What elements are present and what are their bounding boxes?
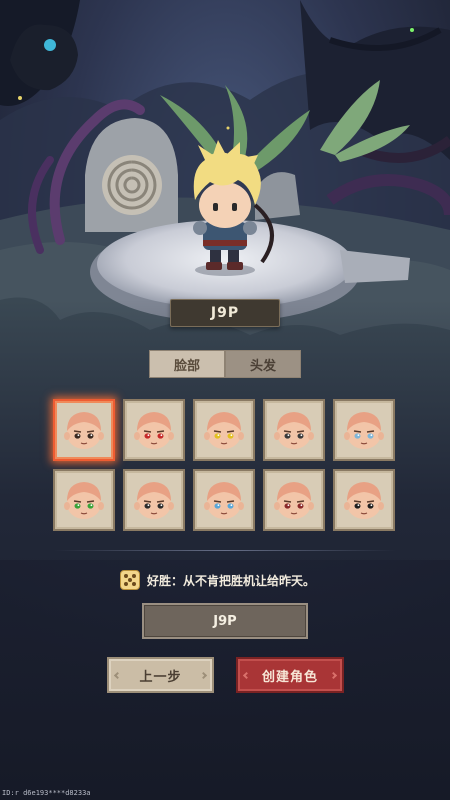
face-portrait-icon — [64, 412, 104, 449]
face-portrait-icon — [344, 482, 384, 519]
face-portrait-icon — [134, 412, 174, 449]
face-portrait-icon — [274, 482, 314, 519]
character-name-plate: J9P — [170, 299, 280, 327]
face-portrait-icon — [274, 412, 314, 449]
face-portrait-icon — [64, 482, 104, 519]
tab-hair[interactable]: 头发 — [225, 350, 301, 378]
previous-step-button[interactable]: 上一步 — [107, 657, 214, 693]
face-portrait-icon — [204, 412, 244, 449]
user-id-text: ID:r d6e193****d8233a — [2, 789, 91, 797]
create-character-button[interactable]: 创建角色 — [236, 657, 344, 693]
face-option[interactable] — [123, 399, 185, 461]
face-option[interactable] — [263, 469, 325, 531]
face-portrait-icon — [344, 412, 384, 449]
face-option[interactable] — [53, 469, 115, 531]
face-portrait-icon — [204, 482, 244, 519]
customization-tabs: 脸部 头发 — [149, 350, 301, 378]
face-option[interactable] — [333, 469, 395, 531]
character-name-input[interactable]: J9P — [142, 603, 308, 639]
dice-icon[interactable] — [120, 570, 140, 590]
tab-face[interactable]: 脸部 — [149, 350, 225, 378]
trait-text: 好胜：从不肯把胜机让给昨天。 — [147, 573, 316, 588]
face-option[interactable] — [123, 469, 185, 531]
face-option[interactable] — [193, 469, 255, 531]
personality-trait: 好胜：从不肯把胜机让给昨天。 — [120, 569, 315, 591]
face-option[interactable] — [193, 399, 255, 461]
face-option[interactable] — [333, 399, 395, 461]
face-portrait-icon — [134, 482, 174, 519]
previous-step-label: 上一步 — [139, 669, 182, 685]
divider — [54, 550, 396, 551]
face-option[interactable] — [53, 399, 115, 461]
face-option[interactable] — [263, 399, 325, 461]
create-character-label: 创建角色 — [261, 669, 318, 685]
